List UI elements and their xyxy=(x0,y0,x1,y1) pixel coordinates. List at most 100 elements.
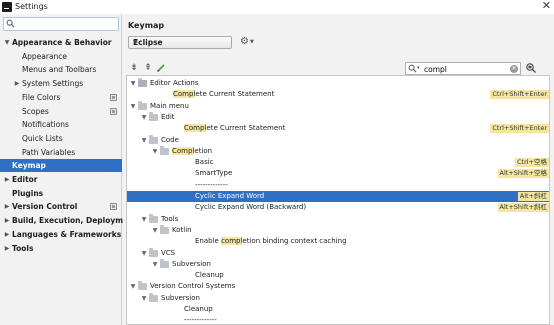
tree-row[interactable]: ▼ Editor Actions xyxy=(127,78,549,89)
tree-row-label: Complete Current Statement xyxy=(184,123,285,134)
project-scope-icon xyxy=(110,93,117,101)
app-icon xyxy=(2,2,12,12)
sidebar-item-editor[interactable]: ▶ Editor xyxy=(0,173,122,186)
sidebar-item-build-execution-deployment[interactable]: ▶ Build, Execution, Deployment xyxy=(0,214,137,227)
chevron-right-icon[interactable]: ▶ xyxy=(13,77,21,90)
tree-row-text: Subversion xyxy=(172,259,211,268)
sidebar-item-quick-lists[interactable]: Quick Lists xyxy=(0,132,122,145)
sidebar-item-tools[interactable]: ▶ Tools xyxy=(0,242,122,255)
find-by-shortcut-icon[interactable] xyxy=(525,62,537,74)
tree-row[interactable]: ▼ Tools xyxy=(127,213,549,225)
tree-row[interactable]: ▼ Kotlin xyxy=(127,224,549,236)
sidebar-item-label: Languages & Frameworks xyxy=(12,229,122,239)
search-match-highlight: Compl xyxy=(172,146,195,155)
tree-row[interactable]: ------------- xyxy=(127,315,549,324)
tree-row[interactable]: ▼ Version Control Systems xyxy=(127,281,549,292)
sidebar-item-plugins[interactable]: Plugins xyxy=(0,187,122,200)
tree-row[interactable]: Cleanup xyxy=(127,270,549,281)
tree-row[interactable]: SmartType Alt+Shift+空格 xyxy=(127,168,549,179)
sidebar-item-menus-and-toolbars[interactable]: Menus and Toolbars xyxy=(0,63,122,76)
chevron-down-icon[interactable]: ▼ xyxy=(140,248,148,259)
chevron-down-icon[interactable]: ▼ xyxy=(140,214,148,225)
tree-row[interactable]: Cyclic Expand Word Alt+斜杠 xyxy=(127,191,549,202)
clear-search-icon[interactable]: ✕ xyxy=(510,65,518,73)
sidebar-item-scopes[interactable]: Scopes xyxy=(0,105,122,118)
folder-icon xyxy=(149,247,158,257)
find-action-field[interactable]: ▾ ✕ xyxy=(405,62,521,75)
settings-search-input[interactable] xyxy=(16,19,116,29)
folder-icon xyxy=(149,111,158,121)
folder-icon xyxy=(160,145,169,155)
tree-row-label: Cyclic Expand Word xyxy=(195,191,264,202)
chevron-down-icon[interactable]: ▼ xyxy=(151,259,159,270)
tree-row-text: Editor Actions xyxy=(150,79,199,87)
settings-search-field[interactable] xyxy=(3,17,119,31)
sidebar-item-system-settings[interactable]: ▶ System Settings xyxy=(0,77,122,90)
chevron-right-icon[interactable]: ▶ xyxy=(3,200,11,213)
tree-row[interactable]: ▼ Subversion xyxy=(127,292,549,304)
gear-icon[interactable]: ⚙ xyxy=(240,36,249,47)
close-icon[interactable]: ✕ xyxy=(542,0,551,12)
shortcut-badge: Alt+Shift+斜杠 xyxy=(497,203,549,213)
folder-icon xyxy=(160,258,169,268)
sidebar-item-path-variables[interactable]: Path Variables xyxy=(0,146,122,159)
chevron-down-icon[interactable]: ▼ xyxy=(129,78,137,89)
keymap-tree[interactable]: ▼ Editor Actions Complete Current Statemen… xyxy=(126,75,550,325)
sidebar-item-appearance-behavior[interactable]: ▼ Appearance & Behavior xyxy=(0,36,122,49)
tree-row[interactable]: Cyclic Expand Word (Backward) Alt+Shift+斜… xyxy=(127,202,549,213)
sidebar-item-version-control[interactable]: ▶ Version Control xyxy=(0,200,122,213)
tree-row[interactable]: ▼ Code xyxy=(127,134,549,146)
tree-row-label: VCS xyxy=(161,248,175,259)
tree-row[interactable]: Complete Current Statement Ctrl+Shift+Ent… xyxy=(127,89,549,100)
tree-row-label: Tools xyxy=(161,214,178,225)
chevron-down-icon: ▼ xyxy=(250,39,254,45)
expand-all-icon[interactable]: ⇟ xyxy=(129,63,139,73)
chevron-right-icon[interactable]: ▶ xyxy=(3,173,11,186)
tree-row[interactable]: ------------- xyxy=(127,180,549,191)
sidebar-item-label: Build, Execution, Deployment xyxy=(12,216,138,226)
shortcut-badge: Alt+Shift+空格 xyxy=(497,169,549,179)
collapse-all-icon[interactable]: ⇞ xyxy=(143,63,153,73)
sidebar-item-file-colors[interactable]: File Colors xyxy=(0,91,122,104)
sidebar-item-label: Appearance & Behavior xyxy=(12,38,112,47)
sidebar-item-label: File Colors xyxy=(22,92,61,102)
tree-row[interactable]: ▼ VCS xyxy=(127,247,549,259)
chevron-right-icon[interactable]: ▶ xyxy=(3,214,11,227)
tree-row-label: SmartType xyxy=(195,168,232,179)
chevron-down-icon[interactable]: ▼ xyxy=(140,293,148,304)
search-match-highlight: Compl xyxy=(173,90,196,99)
chevron-down-icon[interactable]: ▼ xyxy=(129,281,137,292)
chevron-down-icon[interactable]: ▼ xyxy=(151,146,159,157)
window-title: Settings xyxy=(15,2,48,11)
tree-row[interactable]: Complete Current Statement Ctrl+Shift+Ent… xyxy=(127,123,549,134)
find-action-input[interactable] xyxy=(424,64,504,74)
sidebar-item-languages-frameworks[interactable]: ▶ Languages & Frameworks xyxy=(0,228,122,241)
chevron-down-icon[interactable]: ▼ xyxy=(151,225,159,236)
chevron-right-icon[interactable]: ▶ xyxy=(3,242,11,255)
tree-row[interactable]: ▼ Subversion xyxy=(127,258,549,270)
tree-row-label: Cleanup xyxy=(184,304,213,315)
tree-row[interactable]: Enable completion binding context cachin… xyxy=(127,236,549,247)
chevron-right-icon[interactable]: ▶ xyxy=(3,228,11,241)
title-bar: Settings ✕ xyxy=(0,0,554,14)
tree-row[interactable]: Cleanup xyxy=(127,304,549,315)
tree-row-text: Tools xyxy=(161,214,179,223)
sidebar-item-keymap[interactable]: Keymap xyxy=(0,159,122,173)
tree-row[interactable]: ▼ Completion xyxy=(127,145,549,157)
chevron-down-icon[interactable]: ▼ xyxy=(3,36,11,49)
chevron-down-icon[interactable]: ▼ xyxy=(140,135,148,146)
keymap-scheme-select[interactable]: Eclipse ▼ xyxy=(128,36,232,49)
chevron-down-icon[interactable]: ▼ xyxy=(129,101,137,112)
tree-row-text: Cleanup xyxy=(195,271,224,280)
edit-shortcut-icon[interactable] xyxy=(156,63,166,73)
chevron-down-icon[interactable]: ▼ xyxy=(140,112,148,123)
tree-row[interactable]: ▼ Main menu xyxy=(127,100,549,112)
folder-icon xyxy=(149,292,158,302)
sidebar-item-appearance[interactable]: Appearance xyxy=(0,50,122,63)
tree-row[interactable]: ▼ Edit xyxy=(127,111,549,123)
tree-row-label: ------------- xyxy=(184,315,217,324)
tree-row[interactable]: Basic Ctrl+空格 xyxy=(127,157,549,168)
sidebar-item-label: Scopes xyxy=(22,106,49,116)
folder-icon xyxy=(138,281,147,291)
sidebar-item-notifications[interactable]: Notifications xyxy=(0,118,122,131)
